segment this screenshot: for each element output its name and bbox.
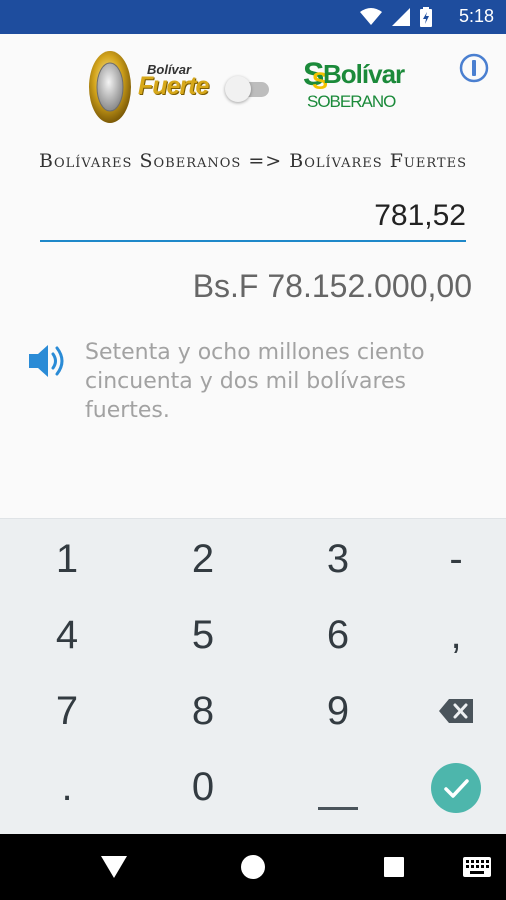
checkmark-icon xyxy=(431,763,481,813)
bolivar-soberano-logo-line2: SOBERANO xyxy=(307,92,396,111)
status-bar: 5:18 xyxy=(0,0,506,34)
status-icons xyxy=(360,7,432,27)
info-icon[interactable] xyxy=(459,53,489,83)
key-decimal-point[interactable]: . xyxy=(4,749,130,825)
navigation-bar xyxy=(0,834,506,900)
bolivar-soberano-logo-line1: Bolívar xyxy=(323,59,405,89)
speaker-icon[interactable] xyxy=(27,341,69,381)
key-5[interactable]: 5 xyxy=(140,597,266,673)
space-bar-icon xyxy=(318,807,358,810)
amount-input[interactable] xyxy=(40,192,466,242)
key-7[interactable]: 7 xyxy=(4,673,130,749)
status-time: 5:18 xyxy=(458,6,494,26)
backspace-icon xyxy=(439,699,473,723)
signal-icon xyxy=(392,8,410,26)
keyboard-icon[interactable] xyxy=(463,857,491,877)
key-4[interactable]: 4 xyxy=(4,597,130,673)
bolivar-fuerte-coin-icon xyxy=(89,51,131,123)
key-1[interactable]: 1 xyxy=(4,521,130,597)
conversion-direction-label: Bolívares Soberanos => Bolívares Fuertes xyxy=(38,150,468,172)
currency-direction-toggle[interactable] xyxy=(225,76,271,102)
space-key[interactable] xyxy=(275,749,401,825)
backspace-key[interactable] xyxy=(393,673,506,749)
numeric-keypad: 1 2 3 - 4 5 6 , 7 8 9 . 0 xyxy=(0,518,506,835)
bolivar-fuerte-logo: Bolívar Fuerte xyxy=(132,58,212,108)
bolivar-soberano-logo: S S Bolívar SOBERANO xyxy=(303,55,413,117)
key-8[interactable]: 8 xyxy=(140,673,266,749)
conversion-result: Bs.F 78.152.000,00 xyxy=(192,268,472,304)
toggle-thumb xyxy=(225,76,251,102)
key-0[interactable]: 0 xyxy=(140,749,266,825)
key-6[interactable]: 6 xyxy=(275,597,401,673)
back-icon[interactable] xyxy=(101,856,127,878)
wifi-icon xyxy=(360,8,382,25)
key-9[interactable]: 9 xyxy=(275,673,401,749)
recents-icon[interactable] xyxy=(384,857,404,877)
key-comma[interactable]: , xyxy=(393,597,506,673)
key-minus[interactable]: - xyxy=(393,521,506,597)
battery-charging-icon xyxy=(420,7,432,27)
key-2[interactable]: 2 xyxy=(140,521,266,597)
bolivar-fuerte-logo-line2: Fuerte xyxy=(138,72,209,100)
amount-in-words: Setenta y ocho millones ciento cincuenta… xyxy=(85,340,425,423)
home-icon[interactable] xyxy=(241,855,265,879)
key-3[interactable]: 3 xyxy=(275,521,401,597)
done-key[interactable] xyxy=(393,749,506,825)
